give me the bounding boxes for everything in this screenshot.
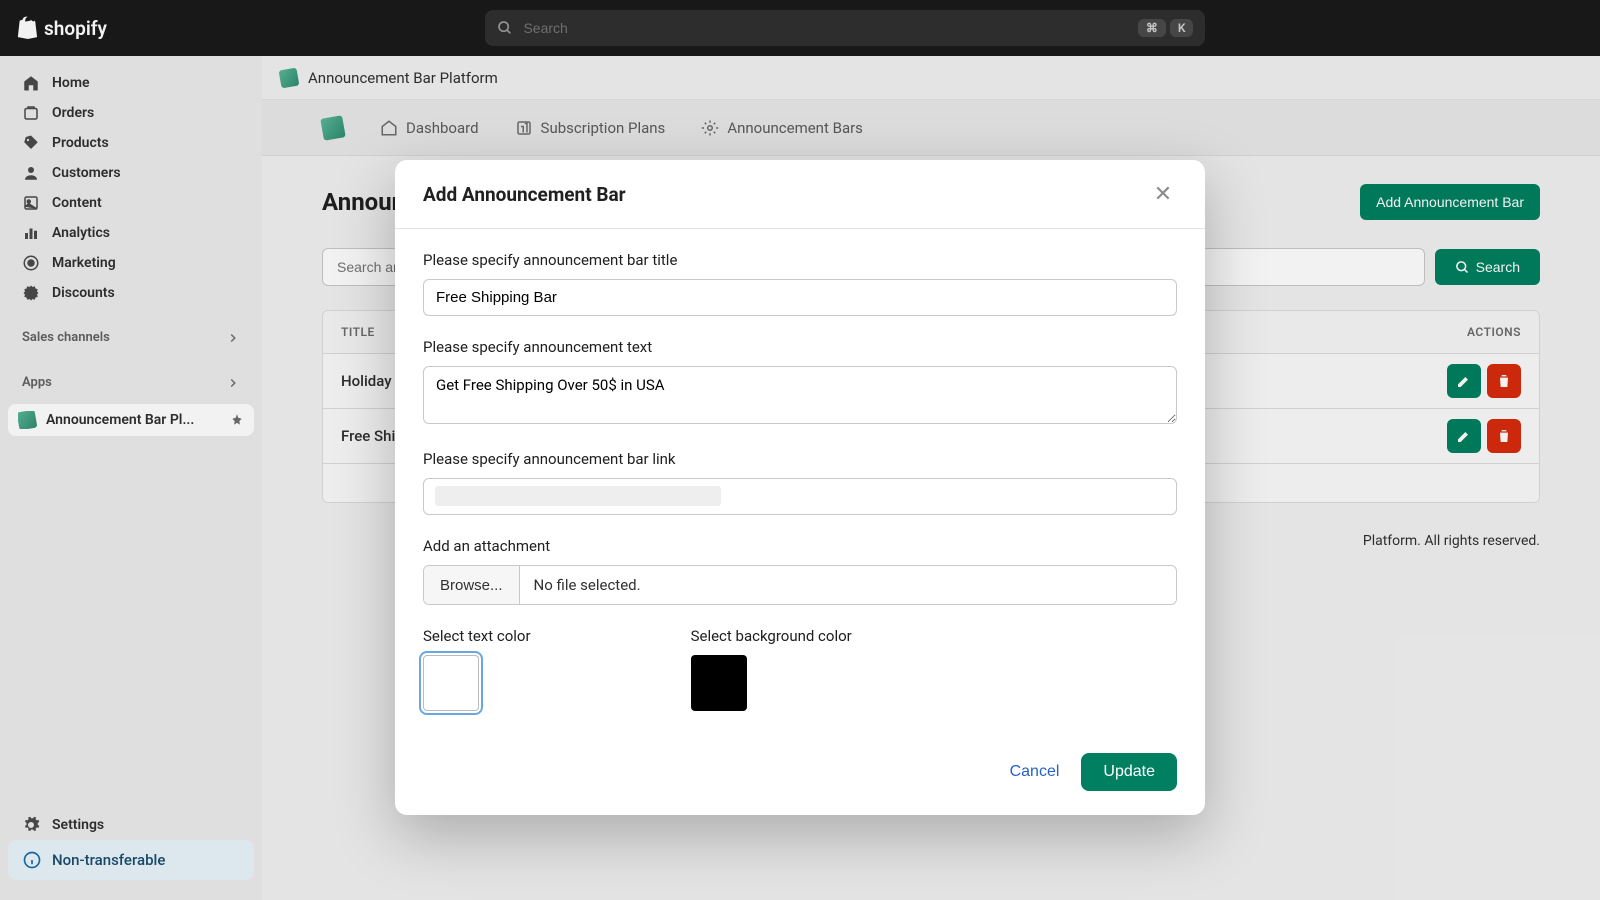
text-color-label: Select text color bbox=[423, 627, 531, 645]
title-input[interactable] bbox=[423, 279, 1177, 316]
browse-button[interactable]: Browse... bbox=[424, 566, 520, 604]
modal-overlay: Add Announcement Bar ✕ Please specify an… bbox=[0, 0, 1600, 900]
close-icon: ✕ bbox=[1154, 181, 1172, 207]
file-status: No file selected. bbox=[520, 566, 655, 604]
add-announcement-bar-modal: Add Announcement Bar ✕ Please specify an… bbox=[395, 160, 1205, 815]
title-label: Please specify announcement bar title bbox=[423, 251, 1177, 269]
redacted-content bbox=[435, 486, 721, 506]
bg-color-swatch[interactable] bbox=[691, 655, 747, 711]
text-label: Please specify announcement text bbox=[423, 338, 1177, 356]
update-button[interactable]: Update bbox=[1081, 753, 1177, 791]
cancel-button[interactable]: Cancel bbox=[1010, 763, 1060, 781]
attachment-label: Add an attachment bbox=[423, 537, 1177, 555]
modal-title: Add Announcement Bar bbox=[423, 183, 626, 206]
bg-color-label: Select background color bbox=[691, 627, 852, 645]
close-button[interactable]: ✕ bbox=[1149, 180, 1177, 208]
file-picker: Browse... No file selected. bbox=[423, 565, 1177, 605]
link-label: Please specify announcement bar link bbox=[423, 450, 1177, 468]
text-input[interactable] bbox=[423, 366, 1177, 424]
text-color-swatch[interactable] bbox=[423, 655, 479, 711]
